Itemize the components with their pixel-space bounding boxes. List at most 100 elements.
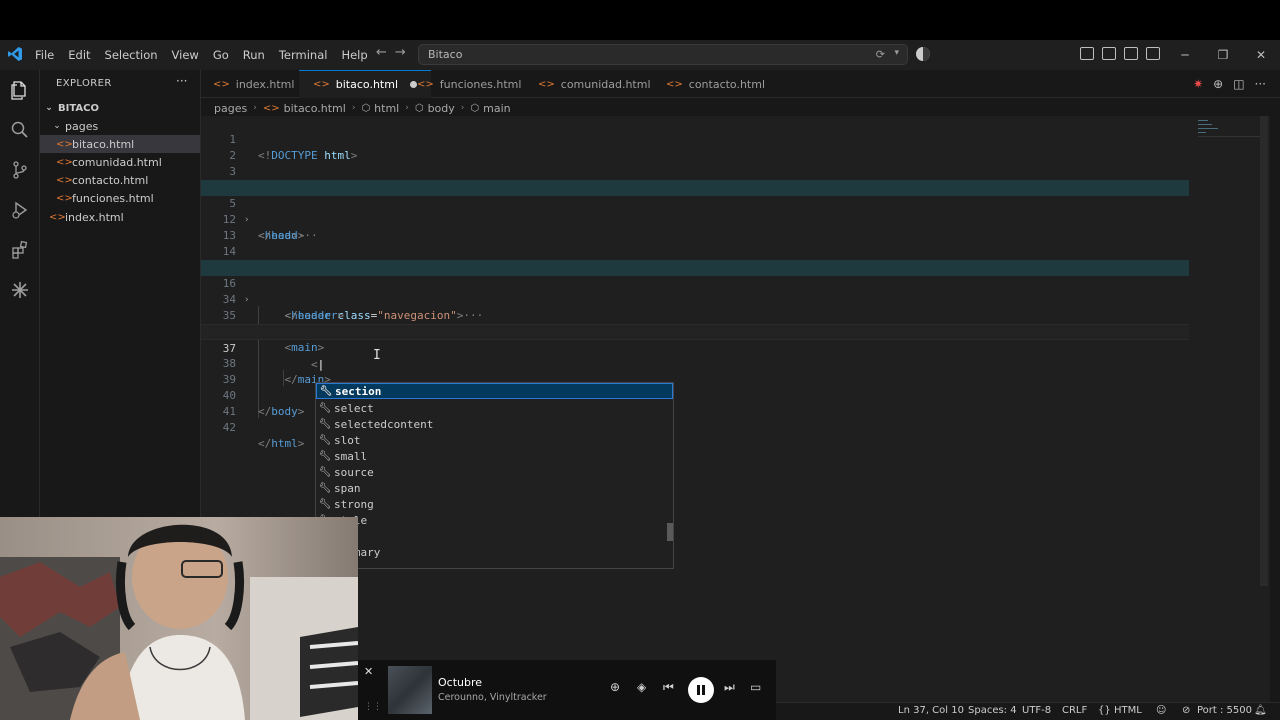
suggestion-item[interactable]: 🔧︎ small bbox=[316, 448, 673, 464]
wrench-icon: 🔧︎ bbox=[319, 385, 333, 397]
copilot-icon[interactable]: ⟳ bbox=[876, 48, 885, 61]
minimize-icon[interactable]: ─ bbox=[1166, 40, 1204, 70]
globe-icon[interactable]: ⊕ bbox=[1213, 77, 1223, 91]
webcam-video-image bbox=[0, 517, 358, 720]
tab-funciones[interactable]: <> funciones.html bbox=[417, 70, 521, 98]
menu-help[interactable]: Help bbox=[334, 48, 374, 62]
tree-root-folder[interactable]: ⌄ BITACO bbox=[40, 99, 200, 117]
breadcrumb-item[interactable]: body bbox=[428, 102, 455, 115]
suggestion-scrollbar[interactable] bbox=[667, 523, 673, 541]
more-actions-icon[interactable]: ··· bbox=[176, 74, 187, 88]
html-file-icon: <> bbox=[49, 211, 66, 223]
customize-layout-icon[interactable] bbox=[1080, 47, 1094, 60]
suggestion-label: span bbox=[334, 481, 361, 495]
bell-icon[interactable]: 🔔︎ bbox=[1254, 705, 1267, 716]
file-label: contacto.html bbox=[72, 173, 149, 187]
suggestion-item[interactable]: 🔧︎ strong bbox=[316, 496, 673, 512]
breadcrumb-item[interactable]: bitaco.html bbox=[284, 102, 346, 115]
back-arrow-icon[interactable]: ← bbox=[376, 45, 387, 60]
tree-file-bitaco[interactable]: <> bitaco.html bbox=[40, 135, 200, 153]
source-control-icon[interactable] bbox=[8, 158, 32, 182]
indentation[interactable]: Spaces: 4 bbox=[968, 705, 1017, 716]
suggestion-item[interactable]: 🔧︎ source bbox=[316, 464, 673, 480]
encoding[interactable]: UTF-8 bbox=[1022, 705, 1051, 716]
wrench-icon: 🔧︎ bbox=[318, 434, 332, 446]
menu-view[interactable]: View bbox=[165, 48, 206, 62]
explorer-icon[interactable] bbox=[8, 78, 32, 102]
breadcrumb-item[interactable]: html bbox=[374, 102, 399, 115]
extensions-icon[interactable] bbox=[8, 238, 32, 262]
copilot-spark-icon[interactable]: ✷ bbox=[1193, 77, 1203, 91]
tab-index[interactable]: <> index.html bbox=[213, 70, 294, 98]
vscode-logo-icon bbox=[8, 47, 22, 61]
forward-arrow-icon[interactable]: → bbox=[395, 45, 406, 60]
suggestion-item[interactable]: 🔧︎ selectedcontent bbox=[316, 416, 673, 432]
accounts-icon[interactable] bbox=[916, 47, 930, 61]
menu-file[interactable]: File bbox=[28, 48, 61, 62]
suggestion-item[interactable]: 🔧︎ style bbox=[316, 512, 673, 528]
code-line: 35 bbox=[201, 292, 1189, 322]
suggestion-item[interactable]: 🔧︎ section bbox=[316, 383, 673, 399]
tree-root-label: BITACO bbox=[58, 102, 99, 114]
live-share-icon[interactable] bbox=[8, 278, 32, 302]
menu-edit[interactable]: Edit bbox=[61, 48, 97, 62]
html-file-icon: <> bbox=[417, 78, 434, 90]
toggle-sidebar-icon[interactable] bbox=[1102, 47, 1116, 60]
command-center[interactable]: Bitaco ⟳ ▾ bbox=[418, 44, 908, 65]
miniplayer-icon[interactable]: ▭ bbox=[750, 680, 761, 694]
breadcrumb-item[interactable]: pages bbox=[214, 102, 247, 115]
code-line: 14 <body> bbox=[201, 228, 1189, 274]
live-server-port[interactable]: Port : 5500 bbox=[1197, 705, 1252, 716]
unsaved-dot-icon[interactable] bbox=[410, 81, 417, 88]
tab-contacto[interactable]: <> contacto.html bbox=[666, 70, 765, 98]
split-editor-icon[interactable]: ◫ bbox=[1233, 77, 1244, 91]
suggestion-item[interactable]: 🔧︎ sub bbox=[316, 528, 673, 544]
toggle-panel-icon[interactable] bbox=[1124, 47, 1138, 60]
suggestion-item[interactable]: 🔧︎ span bbox=[316, 480, 673, 496]
line-ending[interactable]: CRLF bbox=[1062, 705, 1087, 716]
suggestion-item[interactable]: 🔧︎ select bbox=[316, 400, 673, 416]
breadcrumb-item[interactable]: main bbox=[483, 102, 510, 115]
tree-file-comunidad[interactable]: <> comunidad.html bbox=[40, 153, 200, 171]
add-icon[interactable]: ⊕ bbox=[610, 680, 620, 694]
tab-comunidad[interactable]: <> comunidad.html bbox=[538, 70, 651, 98]
html-file-icon: <> bbox=[313, 79, 330, 90]
tab-bitaco[interactable]: <> bitaco.html bbox=[299, 70, 431, 98]
device-icon[interactable]: ◈ bbox=[637, 680, 646, 694]
tree-folder-pages[interactable]: ⌄ pages bbox=[40, 117, 200, 135]
close-icon[interactable]: ✕ bbox=[1242, 40, 1280, 70]
toggle-secondary-sidebar-icon[interactable] bbox=[1146, 47, 1160, 60]
more-actions-icon[interactable]: ··· bbox=[1255, 77, 1266, 91]
wrench-icon: 🔧︎ bbox=[318, 418, 332, 430]
tab-label: funciones.html bbox=[439, 77, 522, 91]
chevron-down-icon[interactable]: ▾ bbox=[894, 48, 899, 58]
menu-go[interactable]: Go bbox=[206, 48, 236, 62]
menu-selection[interactable]: Selection bbox=[98, 48, 165, 62]
pause-button[interactable] bbox=[688, 677, 714, 703]
braces-icon[interactable]: {} bbox=[1098, 705, 1111, 716]
search-icon[interactable] bbox=[8, 118, 32, 142]
restore-icon[interactable]: ❐ bbox=[1204, 40, 1242, 70]
element-icon: ⬡ bbox=[470, 102, 480, 114]
previous-track-icon[interactable]: ⏮ bbox=[663, 680, 674, 695]
menu-run[interactable]: Run bbox=[236, 48, 272, 62]
suggestion-item[interactable]: 🔧︎ summary bbox=[316, 544, 673, 560]
tree-file-index[interactable]: <> index.html bbox=[40, 208, 200, 226]
editor-scrollbar[interactable] bbox=[1260, 116, 1268, 586]
tree-file-contacto[interactable]: <> contacto.html bbox=[40, 171, 200, 189]
cursor-position[interactable]: Ln 37, Col 10 bbox=[898, 705, 964, 716]
run-debug-icon[interactable] bbox=[8, 198, 32, 222]
drag-handle-icon[interactable]: ⋮⋮ bbox=[364, 702, 382, 712]
suggestion-item[interactable]: 🔧︎ slot bbox=[316, 432, 673, 448]
track-title: Octubre bbox=[438, 676, 483, 689]
next-track-icon[interactable]: ⏭ bbox=[724, 680, 735, 695]
close-icon[interactable]: ✕ bbox=[364, 665, 373, 678]
minimap-line bbox=[1198, 136, 1268, 137]
tree-file-funciones[interactable]: <> funciones.html bbox=[40, 189, 200, 207]
minimap[interactable] bbox=[1194, 116, 1270, 706]
language-mode[interactable]: HTML bbox=[1114, 705, 1142, 716]
copilot-icon[interactable]: ☺ bbox=[1156, 705, 1166, 716]
suggestion-label: section bbox=[335, 384, 382, 398]
menu-terminal[interactable]: Terminal bbox=[272, 48, 335, 62]
minimap-line bbox=[1198, 132, 1206, 133]
